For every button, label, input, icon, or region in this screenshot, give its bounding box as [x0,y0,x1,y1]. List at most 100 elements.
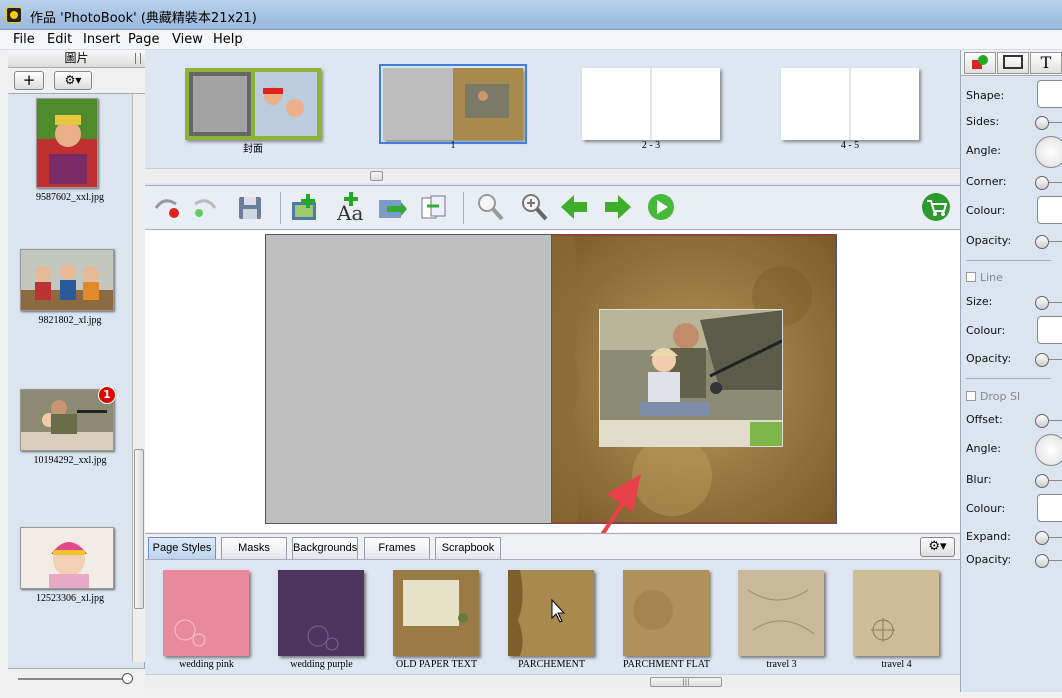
angle-dial[interactable] [1035,136,1062,168]
sides-label: Sides: [966,115,1000,128]
photo-caption: 12523306_xl.jpg [35,593,105,604]
zoom-in-icon[interactable] [519,192,549,222]
corner-slider[interactable] [1035,176,1062,190]
page-1-thumbnail [379,64,527,144]
photo-thumbnail [20,527,114,589]
main-toolbar: Aa [145,186,960,230]
opacity-slider[interactable] [1035,235,1062,249]
properties-panel: T Shape: Sides: Angle: Corner: Colour: O… [960,50,1062,692]
back-arrow-icon[interactable] [559,192,589,222]
shape-tab[interactable] [964,52,996,74]
tab-backgrounds[interactable]: Backgrounds [292,537,358,559]
tab-page-styles[interactable]: Page Styles [148,537,216,559]
photo-panel-title: 圖片 [64,51,89,65]
forward-arrow-icon[interactable] [603,192,633,222]
shadow-opacity-slider[interactable] [1035,554,1062,568]
shadow-colour-swatch[interactable] [1037,494,1062,522]
tab-scrapbook[interactable]: Scrapbook [435,537,501,559]
line-colour-label: Colour: [966,324,1006,337]
page-strip-scroll-thumb[interactable] [370,171,383,181]
style-name: travel 4 [881,659,912,670]
style-gallery-scroll-thumb[interactable]: ||| [650,677,722,687]
page-label: 封面 [243,144,263,155]
menu-edit[interactable]: Edit [47,32,72,47]
panel-grip-icon[interactable] [135,53,141,64]
toolbar-separator [280,192,281,224]
offset-slider[interactable] [1035,414,1062,428]
style-name: PARCHEMENT [518,659,585,670]
page-canvas [145,230,960,596]
page-label: 1 [450,140,456,151]
sides-slider[interactable] [1035,116,1062,130]
drop-shadow-checkbox[interactable]: Drop Sl [966,390,1020,403]
photo-panel-header: 圖片 [8,50,145,68]
style-gallery-scrollbar[interactable]: ||| [145,674,960,689]
redo-icon[interactable] [191,192,221,222]
photo-list-scrollbar[interactable] [132,94,145,662]
size-label: Size: [966,295,993,308]
play-icon[interactable] [646,192,676,222]
slider-track [18,678,133,680]
save-icon[interactable] [235,192,265,222]
blur-slider[interactable] [1035,474,1062,488]
thumbnail-size-slider[interactable] [8,668,145,692]
text-tab[interactable]: T [1030,52,1062,74]
style-options-button[interactable]: ⚙▾ [920,537,955,557]
zoom-out-icon[interactable] [475,192,505,222]
style-gallery: wedding pink wedding purple OLD PAPER TE… [145,560,960,689]
menu-page[interactable]: Page [128,32,159,47]
menu-help[interactable]: Help [213,32,243,47]
style-thumbnail [623,570,709,656]
menu-file[interactable]: File [13,32,35,47]
style-thumbnail [508,570,594,656]
page-options-icon[interactable] [419,192,449,222]
placed-photo[interactable] [599,309,783,447]
page-strip: 封面 1 2 - 3 4 - 5 [145,50,960,186]
style-thumbnail [853,570,939,656]
photo-caption: 9821802_xl.jpg [38,315,102,326]
photo-caption: 9587602_xxl.jpg [35,192,105,203]
style-name: wedding pink [179,659,234,670]
photo-options-button[interactable]: ⚙▾ [54,71,92,90]
blur-label: Blur: [966,473,992,486]
corner-label: Corner: [966,175,1007,188]
undo-icon[interactable] [150,192,180,222]
title-bar: 作品 'PhotoBook' (典藏精裝本21x21) [0,0,1062,30]
style-name: wedding purple [290,659,353,670]
properties-tabs: T [961,50,1062,76]
page-strip-scrollbar[interactable] [145,168,960,183]
page-4-5-thumbnail [781,68,919,140]
cart-icon[interactable] [921,192,951,222]
app-window: 作品 'PhotoBook' (典藏精裝本21x21) File Edit In… [0,0,1062,698]
photo-caption: 10194292_xxl.jpg [33,455,107,466]
notification-badge: 1 [98,386,116,404]
menu-view[interactable]: View [172,32,203,47]
tab-masks[interactable]: Masks [221,537,287,559]
menu-insert[interactable]: Insert [83,32,120,47]
add-photo-icon[interactable] [290,192,320,222]
fill-colour-swatch[interactable] [1037,196,1062,224]
menu-bar: File Edit Insert Page View Help [0,30,1062,50]
style-name: PARCHMENT FLAT [623,659,710,670]
add-photo-button[interactable]: + [14,71,44,90]
shadow-angle-dial[interactable] [1035,434,1062,466]
expand-label: Expand: [966,530,1011,543]
photo-thumbnail [20,249,114,311]
line-opacity-slider[interactable] [1035,353,1062,367]
line-size-slider[interactable] [1035,296,1062,310]
add-text-icon[interactable]: Aa [335,192,365,222]
shape-selector[interactable] [1037,80,1062,108]
insert-page-icon[interactable] [377,192,407,222]
colour-label: Colour: [966,204,1006,217]
expand-slider[interactable] [1035,531,1062,545]
line-colour-swatch[interactable] [1037,316,1062,344]
left-page[interactable] [266,235,551,523]
editor-area: 封面 1 2 - 3 4 - 5 Aa Page Styles Masks Ba… [145,50,960,692]
tab-frames[interactable]: Frames [364,537,430,559]
slider-knob[interactable] [122,673,133,684]
style-thumbnail [278,570,364,656]
photo-list-scroll-thumb[interactable] [134,449,144,609]
cover-thumbnail [185,68,321,140]
frame-tab[interactable] [997,52,1029,74]
line-checkbox[interactable]: Line [966,271,1003,284]
